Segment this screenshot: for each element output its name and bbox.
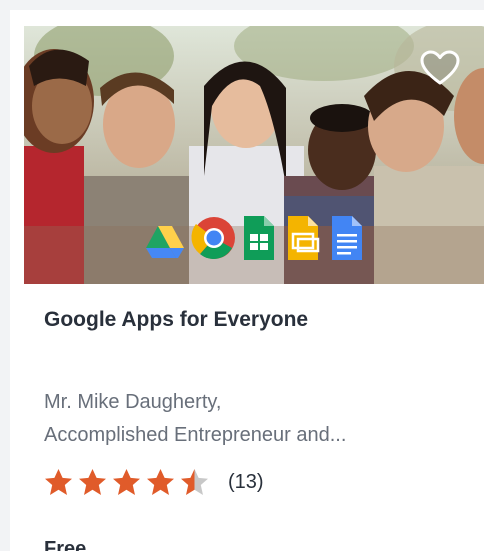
course-rating: (13) [44,468,264,496]
star-icon [181,469,208,495]
google-slides-icon [288,216,320,260]
course-card[interactable]: Google Apps for Everyone Mr. Mike Daughe… [10,10,484,551]
star-icon [113,469,140,495]
course-price: Free [44,538,87,551]
star-icon [79,469,106,495]
chrome-icon [191,217,235,259]
author-line-2: Accomplished Entrepreneur and... [44,424,347,446]
rating-stars [44,468,214,496]
star-icon [147,469,174,495]
star-icon [45,469,72,495]
course-title[interactable]: Google Apps for Everyone [44,308,308,332]
course-thumbnail[interactable] [24,26,484,284]
google-apps-icons [146,216,362,260]
wishlist-heart-icon[interactable] [420,50,460,86]
course-author: Mr. Mike Daugherty, Accomplished Entrepr… [44,386,464,452]
google-sheets-icon [244,216,274,260]
google-drive-icon [146,226,184,258]
rating-count: (13) [228,470,264,493]
google-docs-icon [332,216,362,260]
author-line-1: Mr. Mike Daugherty, [44,391,222,413]
